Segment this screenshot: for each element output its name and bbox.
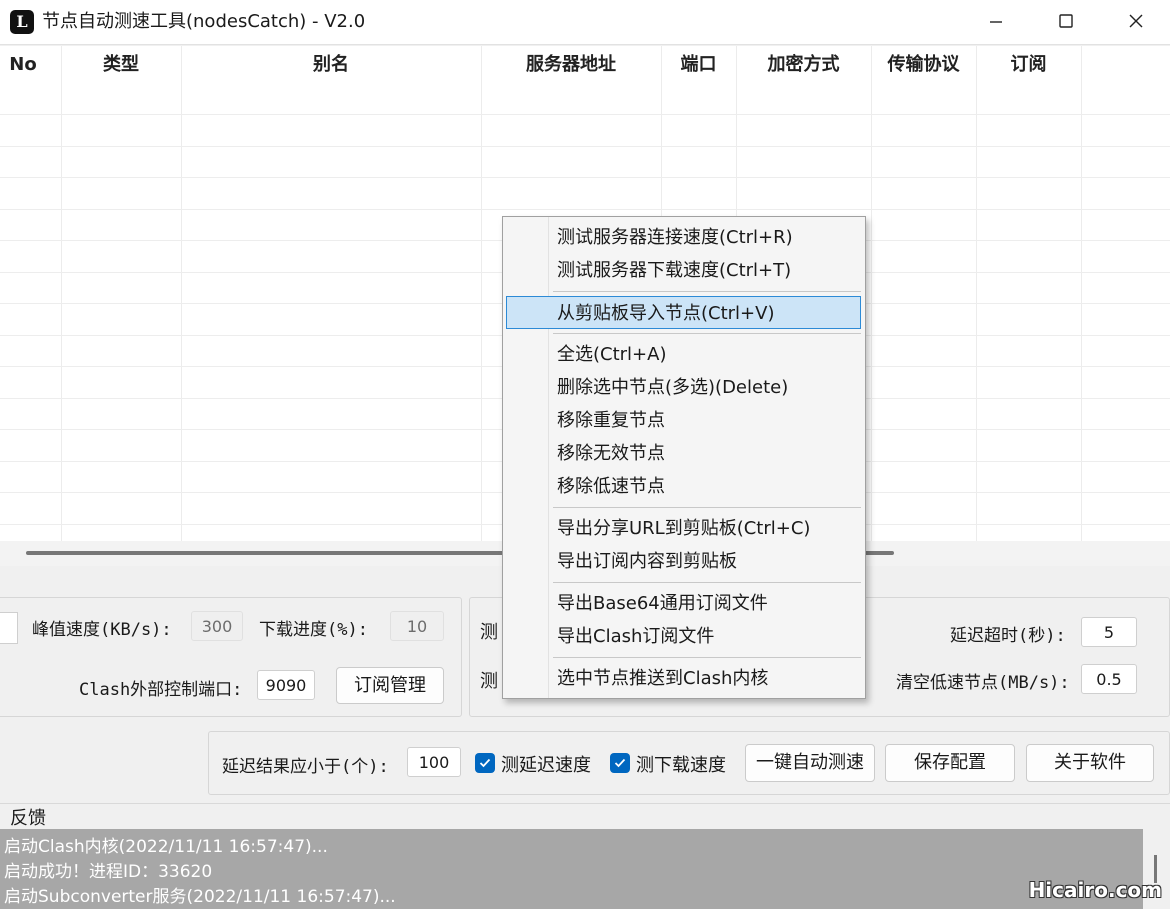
context-menu: 测试服务器连接速度(Ctrl+R) 测试服务器下载速度(Ctrl+T) 从剪贴板… bbox=[502, 216, 866, 699]
log-line: 启动Subconverter服务(2022/11/11 16:57:47)... bbox=[4, 887, 396, 907]
latency-limit-label: 延迟结果应小于(个): bbox=[222, 757, 389, 777]
menu-item-export-base64[interactable]: 导出Base64通用订阅文件 bbox=[503, 587, 865, 620]
download-progress-field: 10 bbox=[390, 611, 444, 641]
save-config-button[interactable]: 保存配置 bbox=[885, 744, 1015, 782]
grid-line bbox=[871, 46, 872, 541]
menu-separator bbox=[553, 657, 861, 658]
latency-checkbox-label[interactable]: 测延迟速度 bbox=[501, 751, 591, 777]
menu-separator bbox=[553, 333, 861, 334]
log-line: 启动成功！进程ID：33620 bbox=[4, 862, 213, 882]
menu-item-delete-selected[interactable]: 删除选中节点(多选)(Delete) bbox=[503, 371, 865, 404]
download-checkbox[interactable] bbox=[610, 753, 630, 773]
clear-slow-input[interactable]: 0.5 bbox=[1081, 664, 1137, 694]
grid-line bbox=[481, 46, 482, 541]
menu-separator bbox=[553, 507, 861, 508]
download-progress-label: 下载进度(%): bbox=[259, 620, 368, 640]
grid-line bbox=[61, 46, 62, 541]
about-button[interactable]: 关于软件 bbox=[1026, 744, 1154, 782]
menu-item-push-to-clash[interactable]: 选中节点推送到Clash内核 bbox=[503, 662, 865, 695]
menu-separator bbox=[553, 582, 861, 583]
peak-speed-label: 峰值速度(KB/s): bbox=[32, 620, 172, 640]
menu-item-remove-slow[interactable]: 移除低速节点 bbox=[503, 470, 865, 503]
grid-line bbox=[181, 46, 182, 541]
menu-item-remove-invalid[interactable]: 移除无效节点 bbox=[503, 437, 865, 470]
latency-limit-input[interactable]: 100 bbox=[407, 747, 461, 777]
cut-off-field[interactable] bbox=[0, 612, 18, 644]
menu-item-remove-duplicates[interactable]: 移除重复节点 bbox=[503, 404, 865, 437]
column-header-port[interactable]: 端口 bbox=[661, 46, 736, 84]
column-header-no[interactable]: No bbox=[0, 46, 46, 84]
maximize-icon[interactable] bbox=[1046, 8, 1086, 36]
menu-separator bbox=[553, 291, 861, 292]
log-line: 启动Clash内核(2022/11/11 16:57:47)... bbox=[4, 837, 328, 857]
app-icon: L bbox=[10, 10, 34, 34]
close-icon[interactable] bbox=[1116, 8, 1156, 36]
auto-test-button[interactable]: 一键自动测速 bbox=[745, 744, 875, 782]
column-header-alias[interactable]: 别名 bbox=[181, 46, 481, 84]
menu-item-select-all[interactable]: 全选(Ctrl+A) bbox=[503, 338, 865, 371]
grid-line bbox=[1081, 46, 1082, 541]
peak-speed-field: 300 bbox=[191, 611, 243, 641]
grid-line bbox=[0, 209, 1170, 210]
latency-checkbox[interactable] bbox=[475, 753, 495, 773]
menu-item-export-subscription-clipboard[interactable]: 导出订阅内容到剪贴板 bbox=[503, 545, 865, 578]
timeout-label: 延迟超时(秒): bbox=[950, 626, 1066, 646]
watermark: Hicairo.com bbox=[1028, 878, 1162, 902]
column-header-protocol[interactable]: 传输协议 bbox=[871, 46, 976, 84]
grid-line bbox=[0, 146, 1170, 147]
table-header: No 类型 别名 服务器地址 端口 加密方式 传输协议 订阅 bbox=[0, 46, 1170, 84]
partial-label: 测 bbox=[480, 671, 498, 692]
grid-line bbox=[0, 114, 1170, 115]
title-bar[interactable]: L 节点自动测速工具(nodesCatch) - V2.0 bbox=[0, 0, 1170, 45]
minimize-icon[interactable] bbox=[976, 8, 1016, 36]
grid-line bbox=[976, 46, 977, 541]
feedback-label: 反馈 bbox=[10, 808, 46, 829]
subscription-manage-button[interactable]: 订阅管理 bbox=[336, 667, 444, 704]
feedback-log[interactable]: 启动Clash内核(2022/11/11 16:57:47)... 启动成功！进… bbox=[0, 829, 1143, 909]
download-checkbox-label[interactable]: 测下载速度 bbox=[636, 751, 726, 777]
column-header-subscription[interactable]: 订阅 bbox=[976, 46, 1081, 84]
divider bbox=[0, 803, 1170, 804]
menu-item-test-connection[interactable]: 测试服务器连接速度(Ctrl+R) bbox=[503, 221, 865, 254]
window-title: 节点自动测速工具(nodesCatch) - V2.0 bbox=[42, 11, 366, 32]
menu-item-import-clipboard[interactable]: 从剪贴板导入节点(Ctrl+V) bbox=[506, 296, 861, 329]
clash-port-input[interactable]: 9090 bbox=[257, 670, 315, 700]
timeout-input[interactable]: 5 bbox=[1081, 617, 1137, 647]
menu-item-export-clash[interactable]: 导出Clash订阅文件 bbox=[503, 620, 865, 653]
clear-slow-label: 清空低速节点(MB/s): bbox=[896, 673, 1070, 693]
column-header-encryption[interactable]: 加密方式 bbox=[736, 46, 871, 84]
menu-item-test-download[interactable]: 测试服务器下载速度(Ctrl+T) bbox=[503, 254, 865, 287]
menu-item-export-share-url[interactable]: 导出分享URL到剪贴板(Ctrl+C) bbox=[503, 512, 865, 545]
partial-label: 测 bbox=[480, 622, 498, 643]
column-header-type[interactable]: 类型 bbox=[61, 46, 181, 84]
clash-port-label: Clash外部控制端口: bbox=[79, 680, 243, 700]
grid-line bbox=[0, 177, 1170, 178]
column-header-server[interactable]: 服务器地址 bbox=[481, 46, 661, 84]
